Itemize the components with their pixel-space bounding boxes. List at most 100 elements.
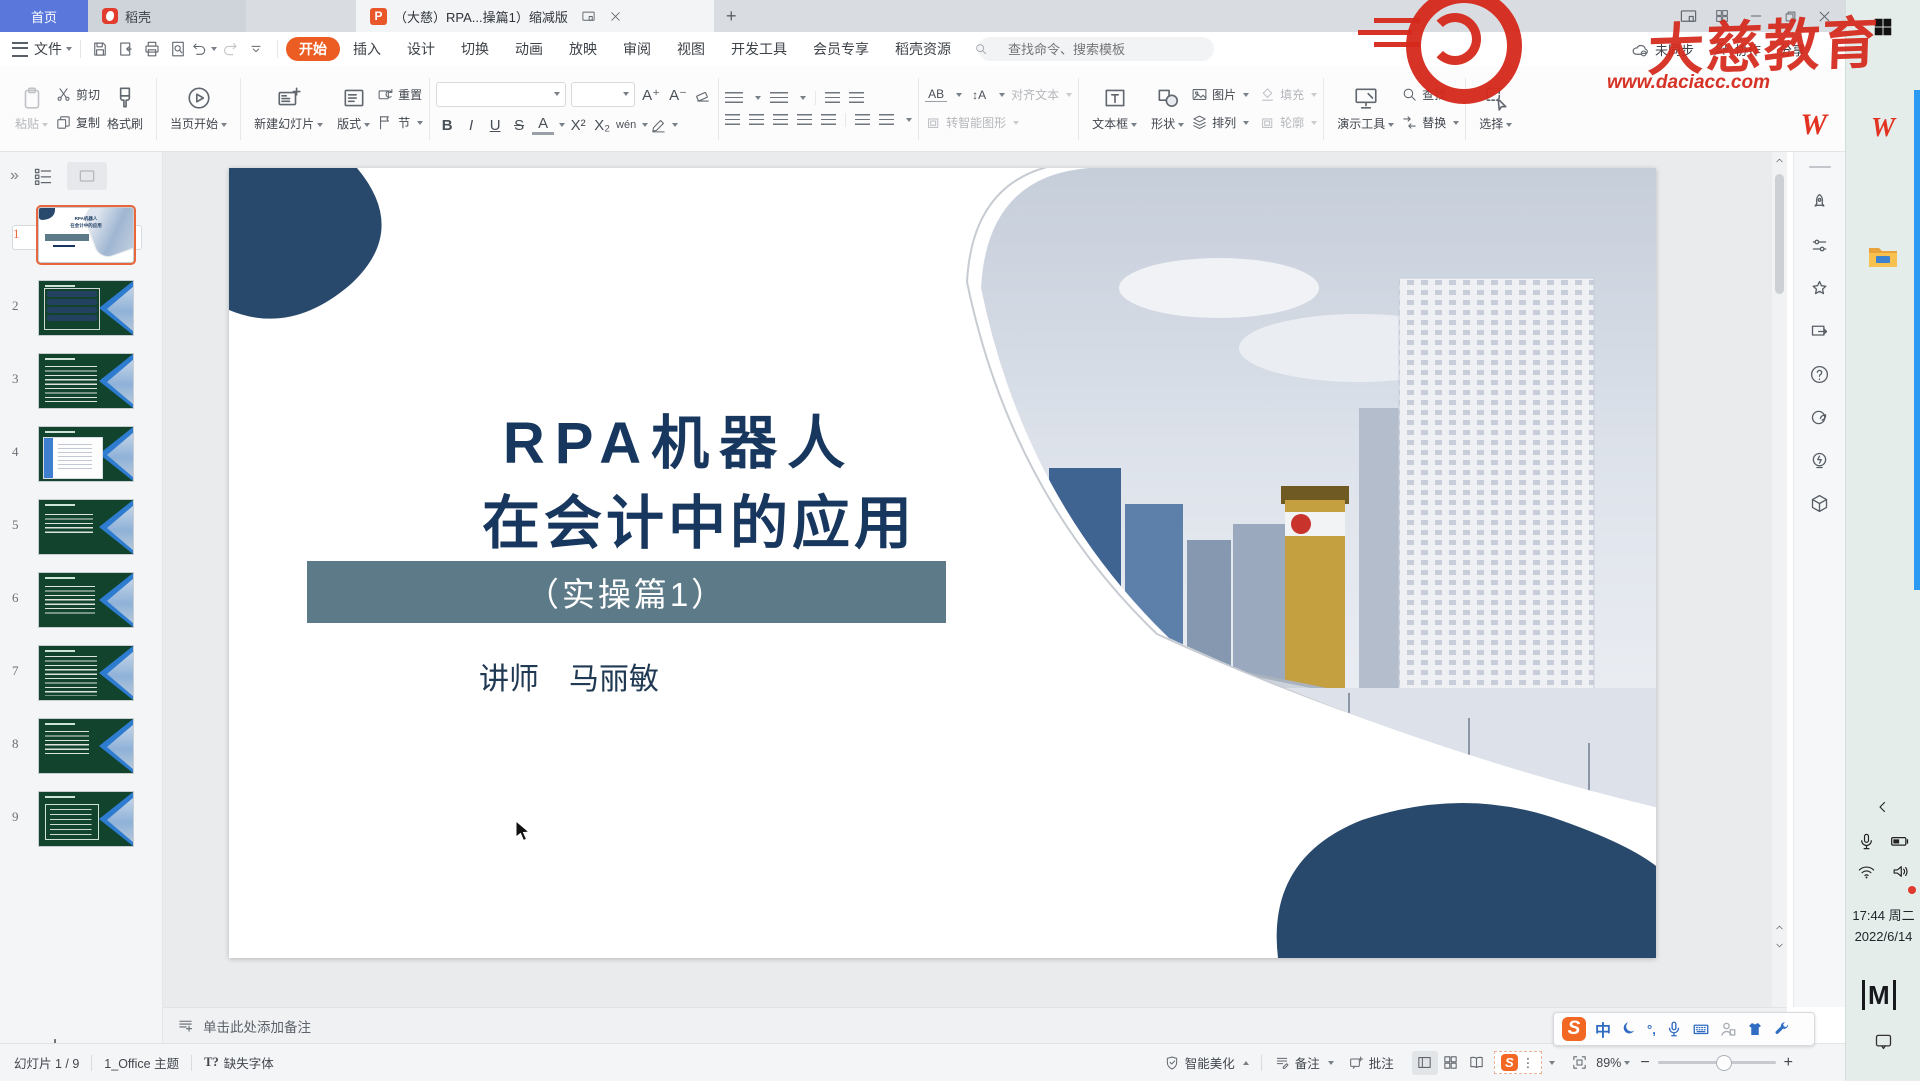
- menu-tab-member[interactable]: 会员专享: [800, 37, 882, 61]
- ime-mode-chinese[interactable]: 中: [1595, 1017, 1611, 1041]
- subscript-button[interactable]: X₂: [591, 117, 613, 134]
- menu-tab-transitions[interactable]: 切换: [448, 37, 502, 61]
- slide-thumbnail-4[interactable]: [38, 426, 134, 482]
- reading-view-button[interactable]: [1464, 1051, 1490, 1075]
- close-window-button[interactable]: [1809, 3, 1839, 29]
- convert-smartart-button[interactable]: 转智能图形: [925, 113, 1019, 133]
- skin-shirt-icon[interactable]: [1746, 1020, 1764, 1038]
- resource-box-icon[interactable]: [1809, 493, 1830, 514]
- punctuation-icon[interactable]: °,: [1647, 1022, 1656, 1037]
- justify-icon[interactable]: [797, 114, 812, 125]
- scroll-up-icon[interactable]: [1772, 155, 1787, 169]
- redo-button[interactable]: [217, 37, 243, 61]
- align-text-button[interactable]: 对齐文本: [1011, 85, 1072, 105]
- align-center-icon[interactable]: [749, 114, 764, 125]
- slide-title-line2[interactable]: 在会计中的应用: [229, 476, 1169, 560]
- switch-window-button[interactable]: [1673, 3, 1703, 29]
- tray-volume-icon[interactable]: [1884, 852, 1916, 890]
- menu-file[interactable]: 文件: [34, 39, 62, 59]
- replace-button[interactable]: 替换: [1401, 113, 1459, 133]
- menu-tab-view[interactable]: 视图: [664, 37, 718, 61]
- theme-name[interactable]: 1_Office 主题: [104, 1053, 179, 1072]
- slide-canvas[interactable]: RPA机器人 在会计中的应用 （实操篇1） 讲师 马丽敏: [229, 168, 1656, 958]
- pinyin-guide-button[interactable]: wén: [615, 119, 637, 131]
- slide-scrollbar[interactable]: [1772, 152, 1787, 1007]
- taskbar-chat-icon[interactable]: [1864, 1022, 1902, 1060]
- align-right-icon[interactable]: [773, 114, 788, 125]
- slide-presenter[interactable]: 讲师 马丽敏: [359, 654, 779, 698]
- zoom-level[interactable]: 89%: [1596, 1056, 1621, 1070]
- distribute-icon[interactable]: [821, 114, 836, 125]
- increase-indent-icon[interactable]: [849, 92, 864, 103]
- align-left-icon[interactable]: [725, 114, 740, 125]
- tab-document[interactable]: P （大慈）RPA...操篇1）缩减版: [356, 0, 714, 32]
- fill-button[interactable]: 填充: [1259, 85, 1317, 105]
- zoom-out-button[interactable]: −: [1640, 1054, 1649, 1072]
- tray-expand-icon[interactable]: [1864, 788, 1902, 826]
- screen-share-icon[interactable]: [1809, 321, 1830, 342]
- select-button[interactable]: 选择: [1472, 85, 1519, 132]
- menu-tab-devtools[interactable]: 开发工具: [718, 37, 800, 61]
- slide-banner[interactable]: （实操篇1）: [307, 561, 946, 623]
- scrollbar-thumb[interactable]: [1775, 174, 1784, 294]
- italic-button[interactable]: I: [460, 117, 482, 134]
- superscript-button[interactable]: X²: [567, 117, 589, 134]
- menu-tab-insert[interactable]: 插入: [340, 37, 394, 61]
- minimize-button[interactable]: [1741, 3, 1771, 29]
- paste-button[interactable]: 粘贴: [8, 85, 55, 132]
- collaborate-button[interactable]: 协作: [1712, 40, 1761, 59]
- slide-thumbnail-7[interactable]: [38, 645, 134, 701]
- print-preview-button[interactable]: [165, 37, 191, 61]
- play-from-current-button[interactable]: 当页开始: [163, 85, 234, 132]
- arrange-button[interactable]: 排列: [1191, 113, 1249, 133]
- new-slide-button[interactable]: 新建幻灯片: [247, 85, 330, 132]
- cut-button[interactable]: 剪切: [55, 85, 100, 105]
- decrease-indent-icon[interactable]: [825, 92, 840, 103]
- notes-bar[interactable]: 单击此处添加备注: [163, 1007, 1787, 1043]
- zoom-slider[interactable]: [1658, 1061, 1776, 1064]
- taskbar-explorer-icon[interactable]: [1864, 238, 1902, 276]
- line-spacing-icon[interactable]: [879, 114, 894, 125]
- reset-slide-button[interactable]: 重置: [377, 85, 423, 105]
- voice-input-icon[interactable]: [1665, 1020, 1683, 1038]
- picture-button[interactable]: 图片: [1191, 85, 1249, 105]
- share-button[interactable]: 分享: [1779, 40, 1805, 59]
- normal-view-button[interactable]: [1412, 1051, 1438, 1075]
- new-tab-button[interactable]: +: [714, 0, 749, 32]
- section-button[interactable]: 节: [377, 113, 423, 133]
- format-painter-button[interactable]: 格式刷: [100, 85, 150, 132]
- help-icon[interactable]: [1809, 364, 1830, 385]
- paragraph-spacing-icon[interactable]: [855, 114, 870, 125]
- zoom-slider-knob[interactable]: [1716, 1055, 1732, 1071]
- favorites-star-icon[interactable]: [1809, 278, 1830, 299]
- font-color-button[interactable]: A: [532, 115, 554, 135]
- tray-wifi-icon[interactable]: [1850, 852, 1882, 890]
- highlight-pen-icon[interactable]: [650, 117, 667, 134]
- soft-keyboard-icon[interactable]: [1692, 1020, 1710, 1038]
- slide-thumbnail-3[interactable]: [38, 353, 134, 409]
- bullet-list-icon[interactable]: [725, 92, 743, 103]
- slide-layout-button[interactable]: 版式: [330, 85, 377, 132]
- text-box-button[interactable]: 文本框: [1085, 85, 1144, 132]
- shapes-button[interactable]: 形状: [1144, 85, 1191, 132]
- presenter-view-icon[interactable]: [581, 9, 596, 24]
- login-account-icon[interactable]: [1719, 1020, 1737, 1038]
- sogou-logo[interactable]: S: [1562, 1017, 1586, 1041]
- menu-tab-design[interactable]: 设计: [394, 37, 448, 61]
- slide-title-line1[interactable]: RPA机器人: [229, 396, 1129, 480]
- apps-grid-button[interactable]: [1707, 3, 1737, 29]
- taskbar-m-app-icon[interactable]: M: [1862, 980, 1896, 1010]
- menu-tab-home[interactable]: 开始: [286, 37, 340, 61]
- menu-tab-animations[interactable]: 动画: [502, 37, 556, 61]
- quick-tools-rocket-icon[interactable]: [1809, 192, 1830, 213]
- slide-thumbnail-1[interactable]: RPA机器人 在会计中的应用: [38, 207, 134, 263]
- next-slide-icon[interactable]: [1772, 940, 1787, 954]
- tab-docer[interactable]: 稻壳: [88, 0, 246, 32]
- present-tools-button[interactable]: 演示工具: [1330, 85, 1401, 132]
- strikethrough-button[interactable]: S: [508, 117, 530, 134]
- menu-tab-docer-res[interactable]: 稻壳资源: [882, 37, 964, 61]
- slide-sorter-view-button[interactable]: [1438, 1051, 1464, 1075]
- print-button[interactable]: [139, 37, 165, 61]
- fullwidth-moon-icon[interactable]: [1620, 1020, 1638, 1038]
- fit-slide-icon[interactable]: [1571, 1054, 1588, 1071]
